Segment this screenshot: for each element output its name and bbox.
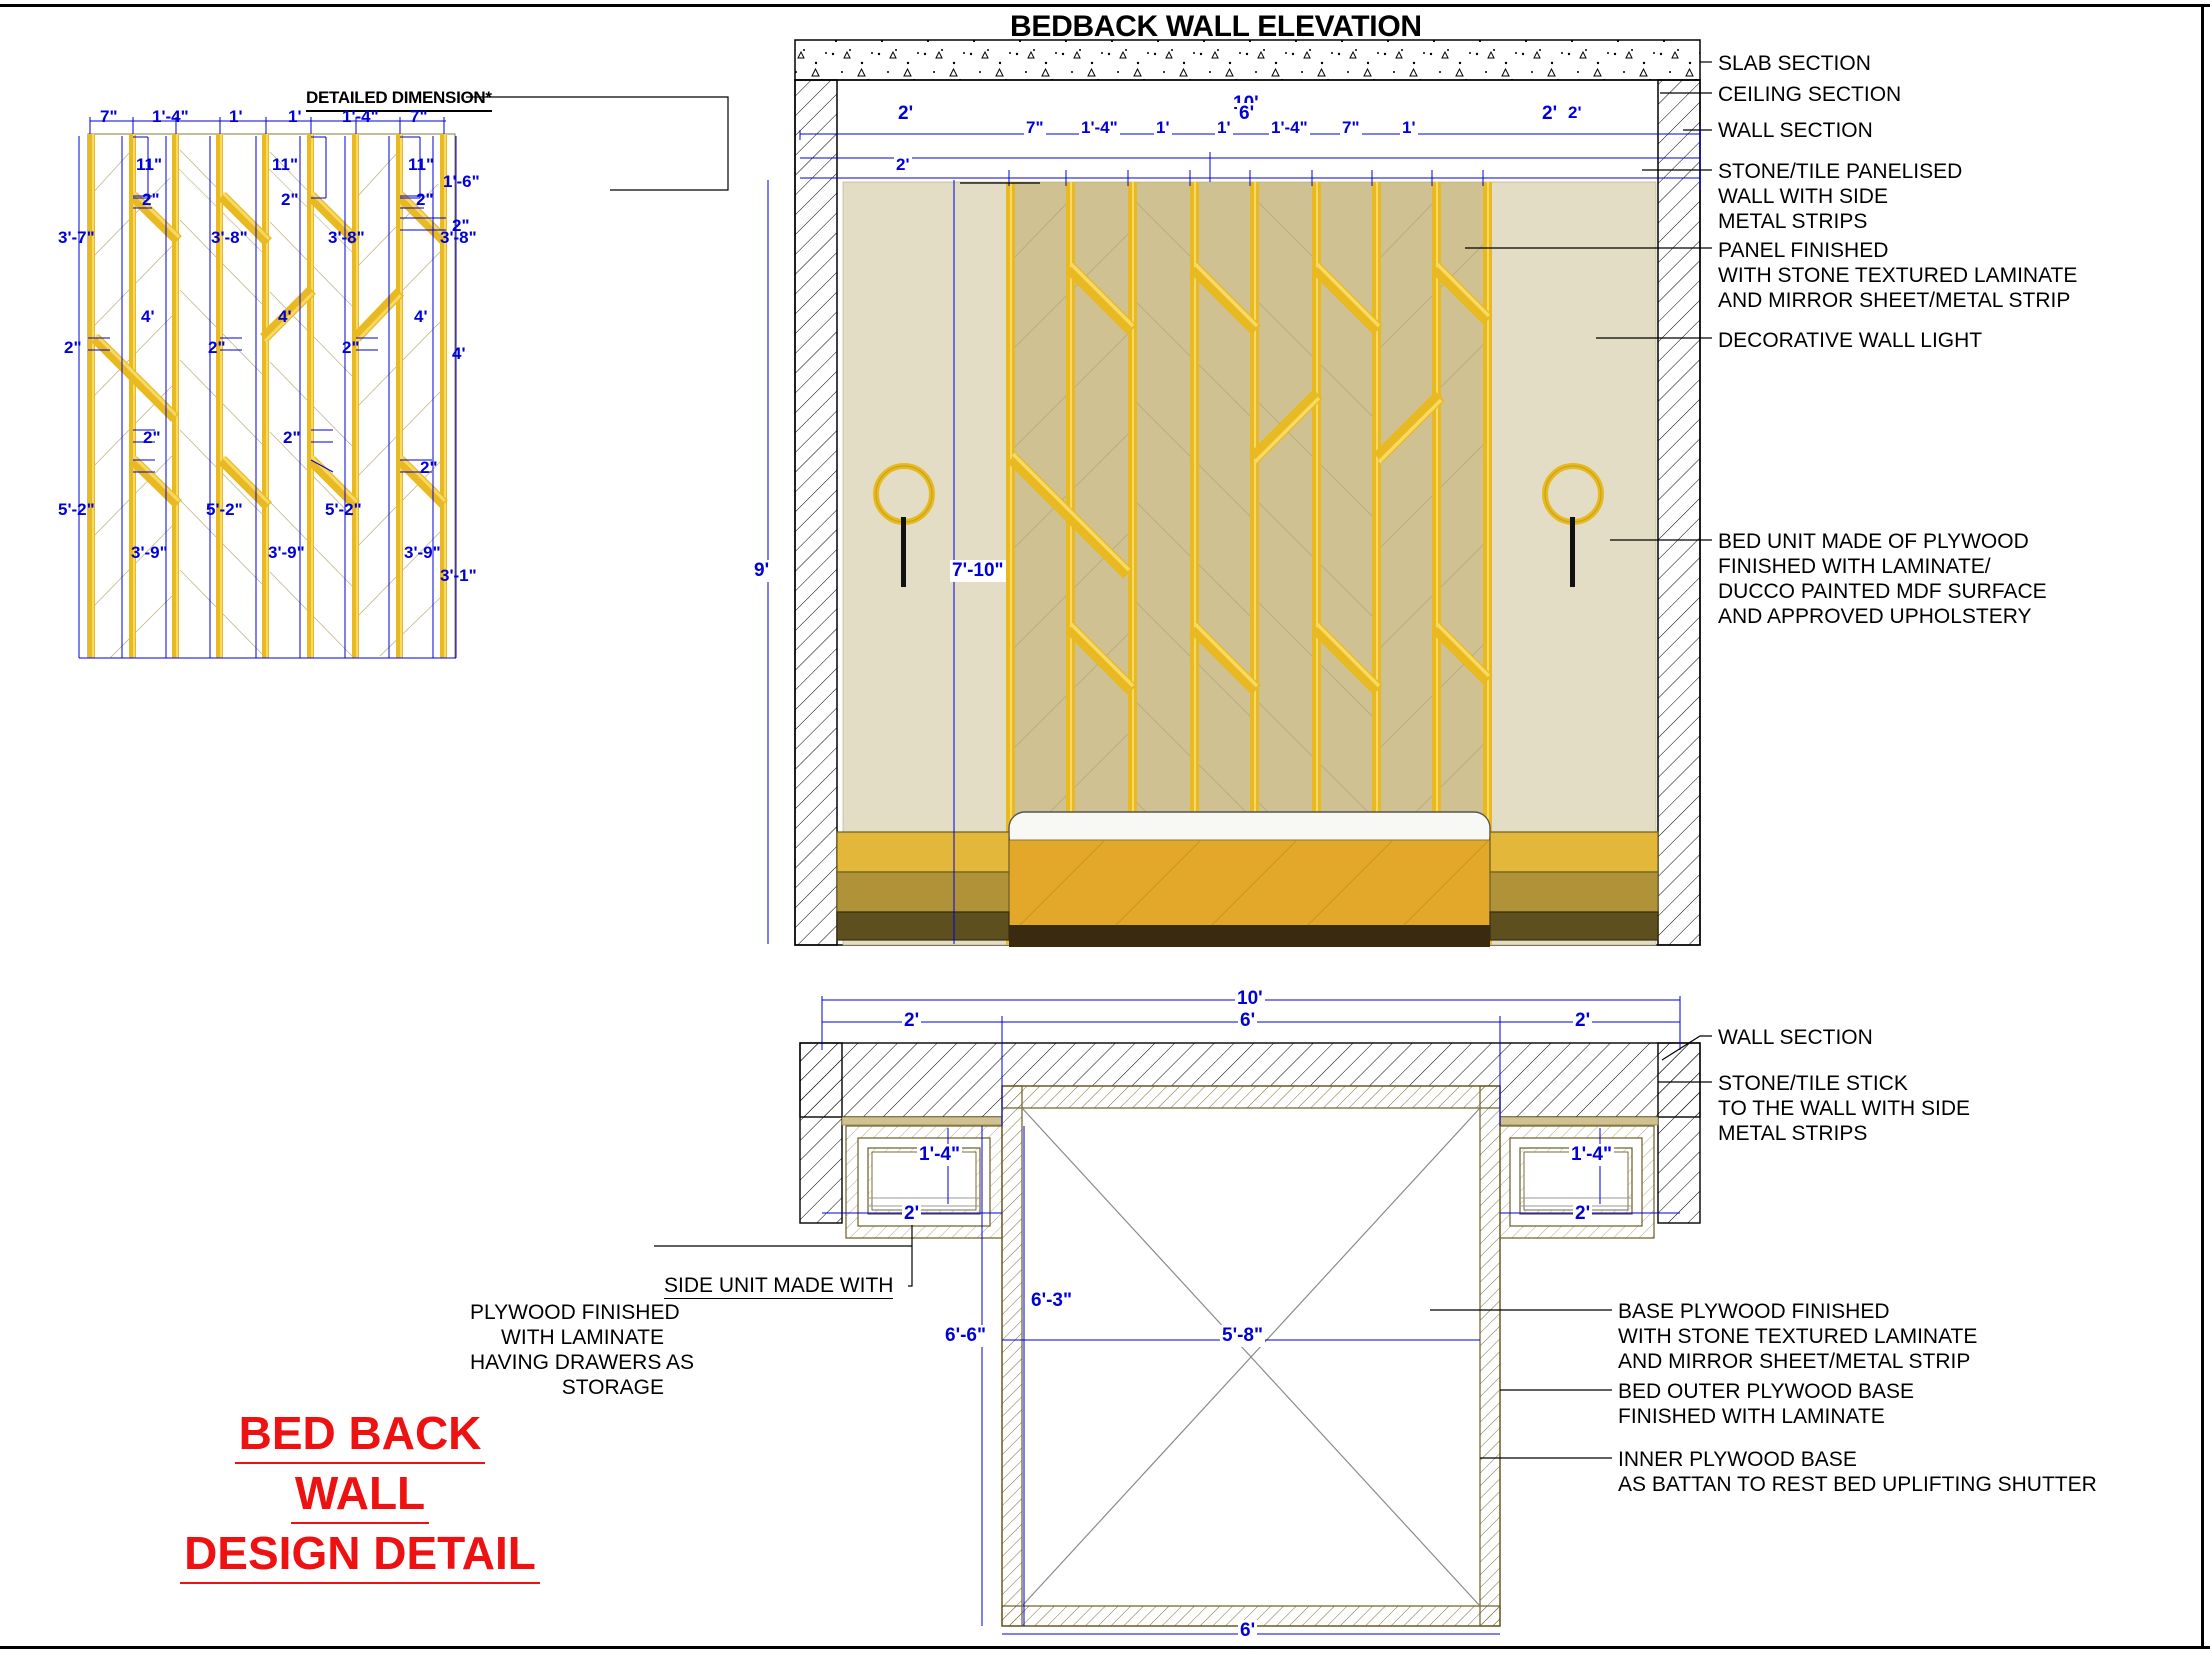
detail-dim-b-3: 3'-9" — [404, 543, 441, 562]
detail-dim-b-4: 3'-1" — [440, 566, 477, 585]
elev-dim-panel-5: 1'-4" — [1269, 118, 1310, 138]
elev-dim-panel-7: 1' — [1400, 118, 1418, 138]
detail-dim-four-1: 4' — [141, 307, 155, 326]
detail-dim-top-5: 1'-4" — [342, 107, 379, 126]
detail-dim-four-3: 4' — [414, 307, 428, 326]
side-unit-left-top — [836, 831, 1010, 873]
detail-dim-two-j: 2" — [420, 458, 438, 477]
plan-dim-bed-depth-inner: 6'-3" — [1029, 1290, 1074, 1312]
annotation-wall-section: WALL SECTION — [1718, 119, 1873, 142]
annotation-side-unit-line1: SIDE UNIT MADE WITH — [664, 1274, 894, 1299]
detail-dim-h-4: 3'-8" — [440, 228, 477, 247]
annotation-wall-section-plan: WALL SECTION — [1718, 1026, 1873, 1049]
annotation-bed-outer-plywood: BED OUTER PLYWOOD BASE FINISHED WITH LAM… — [1618, 1380, 1914, 1428]
detail-drawing — [78, 117, 457, 659]
side-unit-right-mid — [1489, 871, 1659, 913]
side-unit-right-base — [1489, 911, 1659, 941]
elev-dim-panel-3: 1' — [1154, 118, 1172, 138]
bedback-wall-elevation — [767, 39, 1701, 947]
annotation-inner-plywood: INNER PLYWOOD BASE AS BATTAN TO REST BED… — [1618, 1448, 2097, 1496]
detail-dim-b-2: 3'-9" — [268, 543, 305, 562]
elev-dim-panel-2: 1'-4" — [1079, 118, 1120, 138]
annotation-panel-finished: PANEL FINISHED WITH STONE TEXTURED LAMIN… — [1718, 239, 2078, 312]
detail-dim-two-c: 2" — [416, 190, 434, 209]
elev-dim-left-side: 2' — [896, 103, 916, 125]
plan-dim-center-width: 6' — [1238, 1010, 1258, 1032]
detail-dim-two-g: 2" — [342, 338, 360, 357]
annotation-slab-section: SLAB SECTION — [1718, 52, 1871, 75]
elev-dim-panel-4: 1' — [1215, 118, 1233, 138]
wall-section-left — [794, 79, 838, 946]
plan-dim-side-depth-left: 1'-4" — [917, 1144, 962, 1166]
annotation-side-unit-rest: PLYWOOD FINISHED WITH LAMINATE HAVING DR… — [470, 1301, 695, 1399]
detail-dim-two-f: 2" — [208, 338, 226, 357]
drawing-sheet: BEDBACK WALL ELEVATION DETAILED DIMENSIO… — [0, 0, 2210, 1653]
detail-dim-four-2: 4' — [278, 307, 292, 326]
drawing-title-line2: WALL — [290, 1464, 430, 1524]
elev-dim-panel-9: 2' — [894, 155, 912, 175]
side-unit-left-base — [836, 911, 1010, 941]
wall-section-right — [1657, 79, 1701, 946]
drawing-title-line3: DESIGN DETAIL — [180, 1524, 540, 1584]
detail-dim-l-2: 5'-2" — [206, 500, 243, 519]
plan-dim-side-depth-right: 1'-4" — [1569, 1144, 1614, 1166]
annotation-ceiling-section: CEILING SECTION — [1718, 83, 1902, 106]
detail-dim-eleven-1: 11" — [136, 155, 163, 174]
detail-dim-four-4: 4' — [452, 344, 466, 363]
annotation-decorative-wall-light: DECORATIVE WALL LIGHT — [1718, 329, 1983, 352]
detail-dim-h-1: 3'-7" — [58, 228, 95, 247]
plan-dim-bed-depth-outer: 6'-6" — [943, 1325, 988, 1347]
bedback-wall-plan — [799, 996, 1701, 1635]
detail-dim-top-1: 7" — [100, 107, 118, 126]
detail-dim-two-h: 2" — [143, 428, 161, 447]
elev-dim-panel-6: 7" — [1340, 118, 1362, 138]
detail-dim-eleven-2: 11" — [272, 155, 299, 174]
detail-dim-h-2: 3'-8" — [211, 228, 248, 247]
annotation-stone-tile-panelised: STONE/TILE PANELISED WALL WITH SIDE META… — [1718, 160, 1963, 233]
drawing-title: BED BACK WALL DESIGN DETAIL — [150, 1404, 570, 1584]
bed-base-shadow — [1009, 925, 1490, 947]
plan-dim-left-side: 2' — [902, 1010, 922, 1032]
detail-dim-top-2: 1'-4" — [152, 107, 189, 126]
plan-dim-side-width-right: 2' — [1573, 1203, 1593, 1225]
detail-dim-two-b: 2" — [281, 190, 299, 209]
detail-dim-top-3: 1' — [229, 107, 243, 126]
annotation-base-plywood: BASE PLYWOOD FINISHED WITH STONE TEXTURE… — [1618, 1300, 1978, 1373]
plan-dim-side-width-left: 2' — [902, 1203, 922, 1225]
elev-dim-center-width: 6' — [1237, 103, 1257, 125]
plan-dim-bed-width-inner: 5'-8" — [1220, 1325, 1265, 1347]
drawing-title-line1: BED BACK — [234, 1404, 486, 1464]
detail-dim-eleven-3: 11" — [408, 155, 435, 174]
detail-dim-one-six: 1'-6" — [443, 172, 480, 191]
elev-dim-panel-8: 2' — [1566, 103, 1584, 123]
detail-dim-top-4: 1' — [288, 107, 302, 126]
detail-dim-l-3: 5'-2" — [325, 500, 362, 519]
annotation-bed-unit: BED UNIT MADE OF PLYWOOD FINISHED WITH L… — [1718, 530, 2047, 628]
detail-dim-l-1: 5'-2" — [58, 500, 95, 519]
plan-dim-overall-width: 10' — [1235, 988, 1265, 1010]
elev-dim-panel-1: 7" — [1024, 118, 1046, 138]
annotation-stone-tile-stick: STONE/TILE STICK TO THE WALL WITH SIDE M… — [1718, 1072, 1971, 1145]
elev-dim-right-side: 2' — [1540, 103, 1560, 125]
detail-dim-two-a: 2" — [142, 190, 160, 209]
detail-dim-top-6: 7" — [410, 107, 428, 126]
slab-section — [794, 39, 1701, 81]
elev-dim-panel-height: 7'-10" — [950, 560, 1006, 582]
detail-dim-two-e: 2" — [64, 338, 82, 357]
side-unit-right-top — [1489, 831, 1659, 873]
side-unit-left-mid — [836, 871, 1010, 913]
plan-dim-right-side: 2' — [1573, 1010, 1593, 1032]
detail-dim-two-i: 2" — [283, 428, 301, 447]
detail-dim-b-1: 3'-9" — [131, 543, 168, 562]
plan-dim-bed-width-outer: 6' — [1238, 1620, 1258, 1642]
elev-dim-overall-height: 9' — [752, 560, 772, 582]
detail-dim-h-3: 3'-8" — [328, 228, 365, 247]
